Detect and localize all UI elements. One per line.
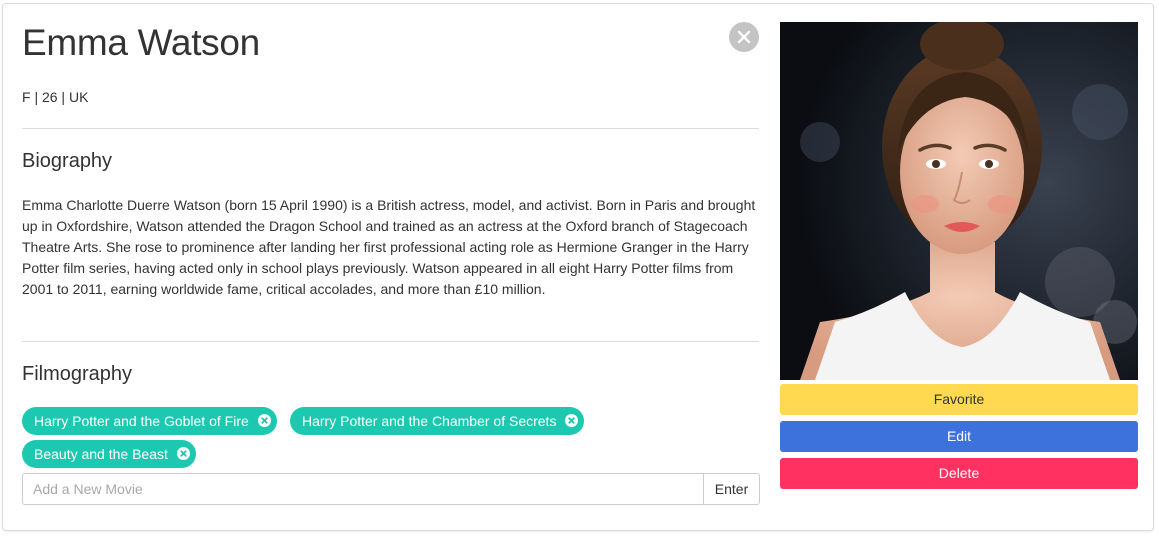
biography-text: Emma Charlotte Duerre Watson (born 15 Ap… <box>22 197 756 297</box>
profile-meta: F | 26 | UK <box>22 89 89 105</box>
enter-button[interactable]: Enter <box>703 473 760 505</box>
close-button[interactable] <box>729 22 759 52</box>
remove-tag-icon <box>261 417 268 424</box>
profile-name: Emma Watson <box>22 22 260 63</box>
close-icon <box>737 30 751 44</box>
movie-tag: Harry Potter and the Chamber of Secrets <box>290 407 585 435</box>
remove-tag-icon <box>180 450 187 457</box>
divider <box>22 341 759 342</box>
remove-tag-icon <box>568 417 576 424</box>
remove-tag-button[interactable] <box>565 414 579 427</box>
movie-tag: Harry Potter and the Goblet of Fire <box>22 407 277 435</box>
remove-tag-button[interactable] <box>257 414 271 427</box>
edit-button[interactable]: Edit <box>780 421 1138 452</box>
favorite-button[interactable]: Favorite <box>780 384 1138 415</box>
filmography-title: Filmography <box>22 363 133 385</box>
movie-tag-label: Harry Potter and the Goblet of Fire <box>34 413 249 429</box>
divider <box>22 128 759 129</box>
movie-tag-label: Harry Potter and the Chamber of Secrets <box>302 413 557 429</box>
profile-card: Emma Watson F | 26 | UK Biography Emma C… <box>2 3 1154 531</box>
movie-tag: Beauty and the Beast <box>22 440 196 468</box>
delete-button[interactable]: Delete <box>780 458 1138 489</box>
profile-photo <box>780 22 1138 380</box>
add-movie-input[interactable] <box>22 473 704 505</box>
remove-tag-button[interactable] <box>176 447 190 460</box>
biography-title: Biography <box>22 150 113 172</box>
movie-tag-label: Beauty and the Beast <box>34 446 168 462</box>
